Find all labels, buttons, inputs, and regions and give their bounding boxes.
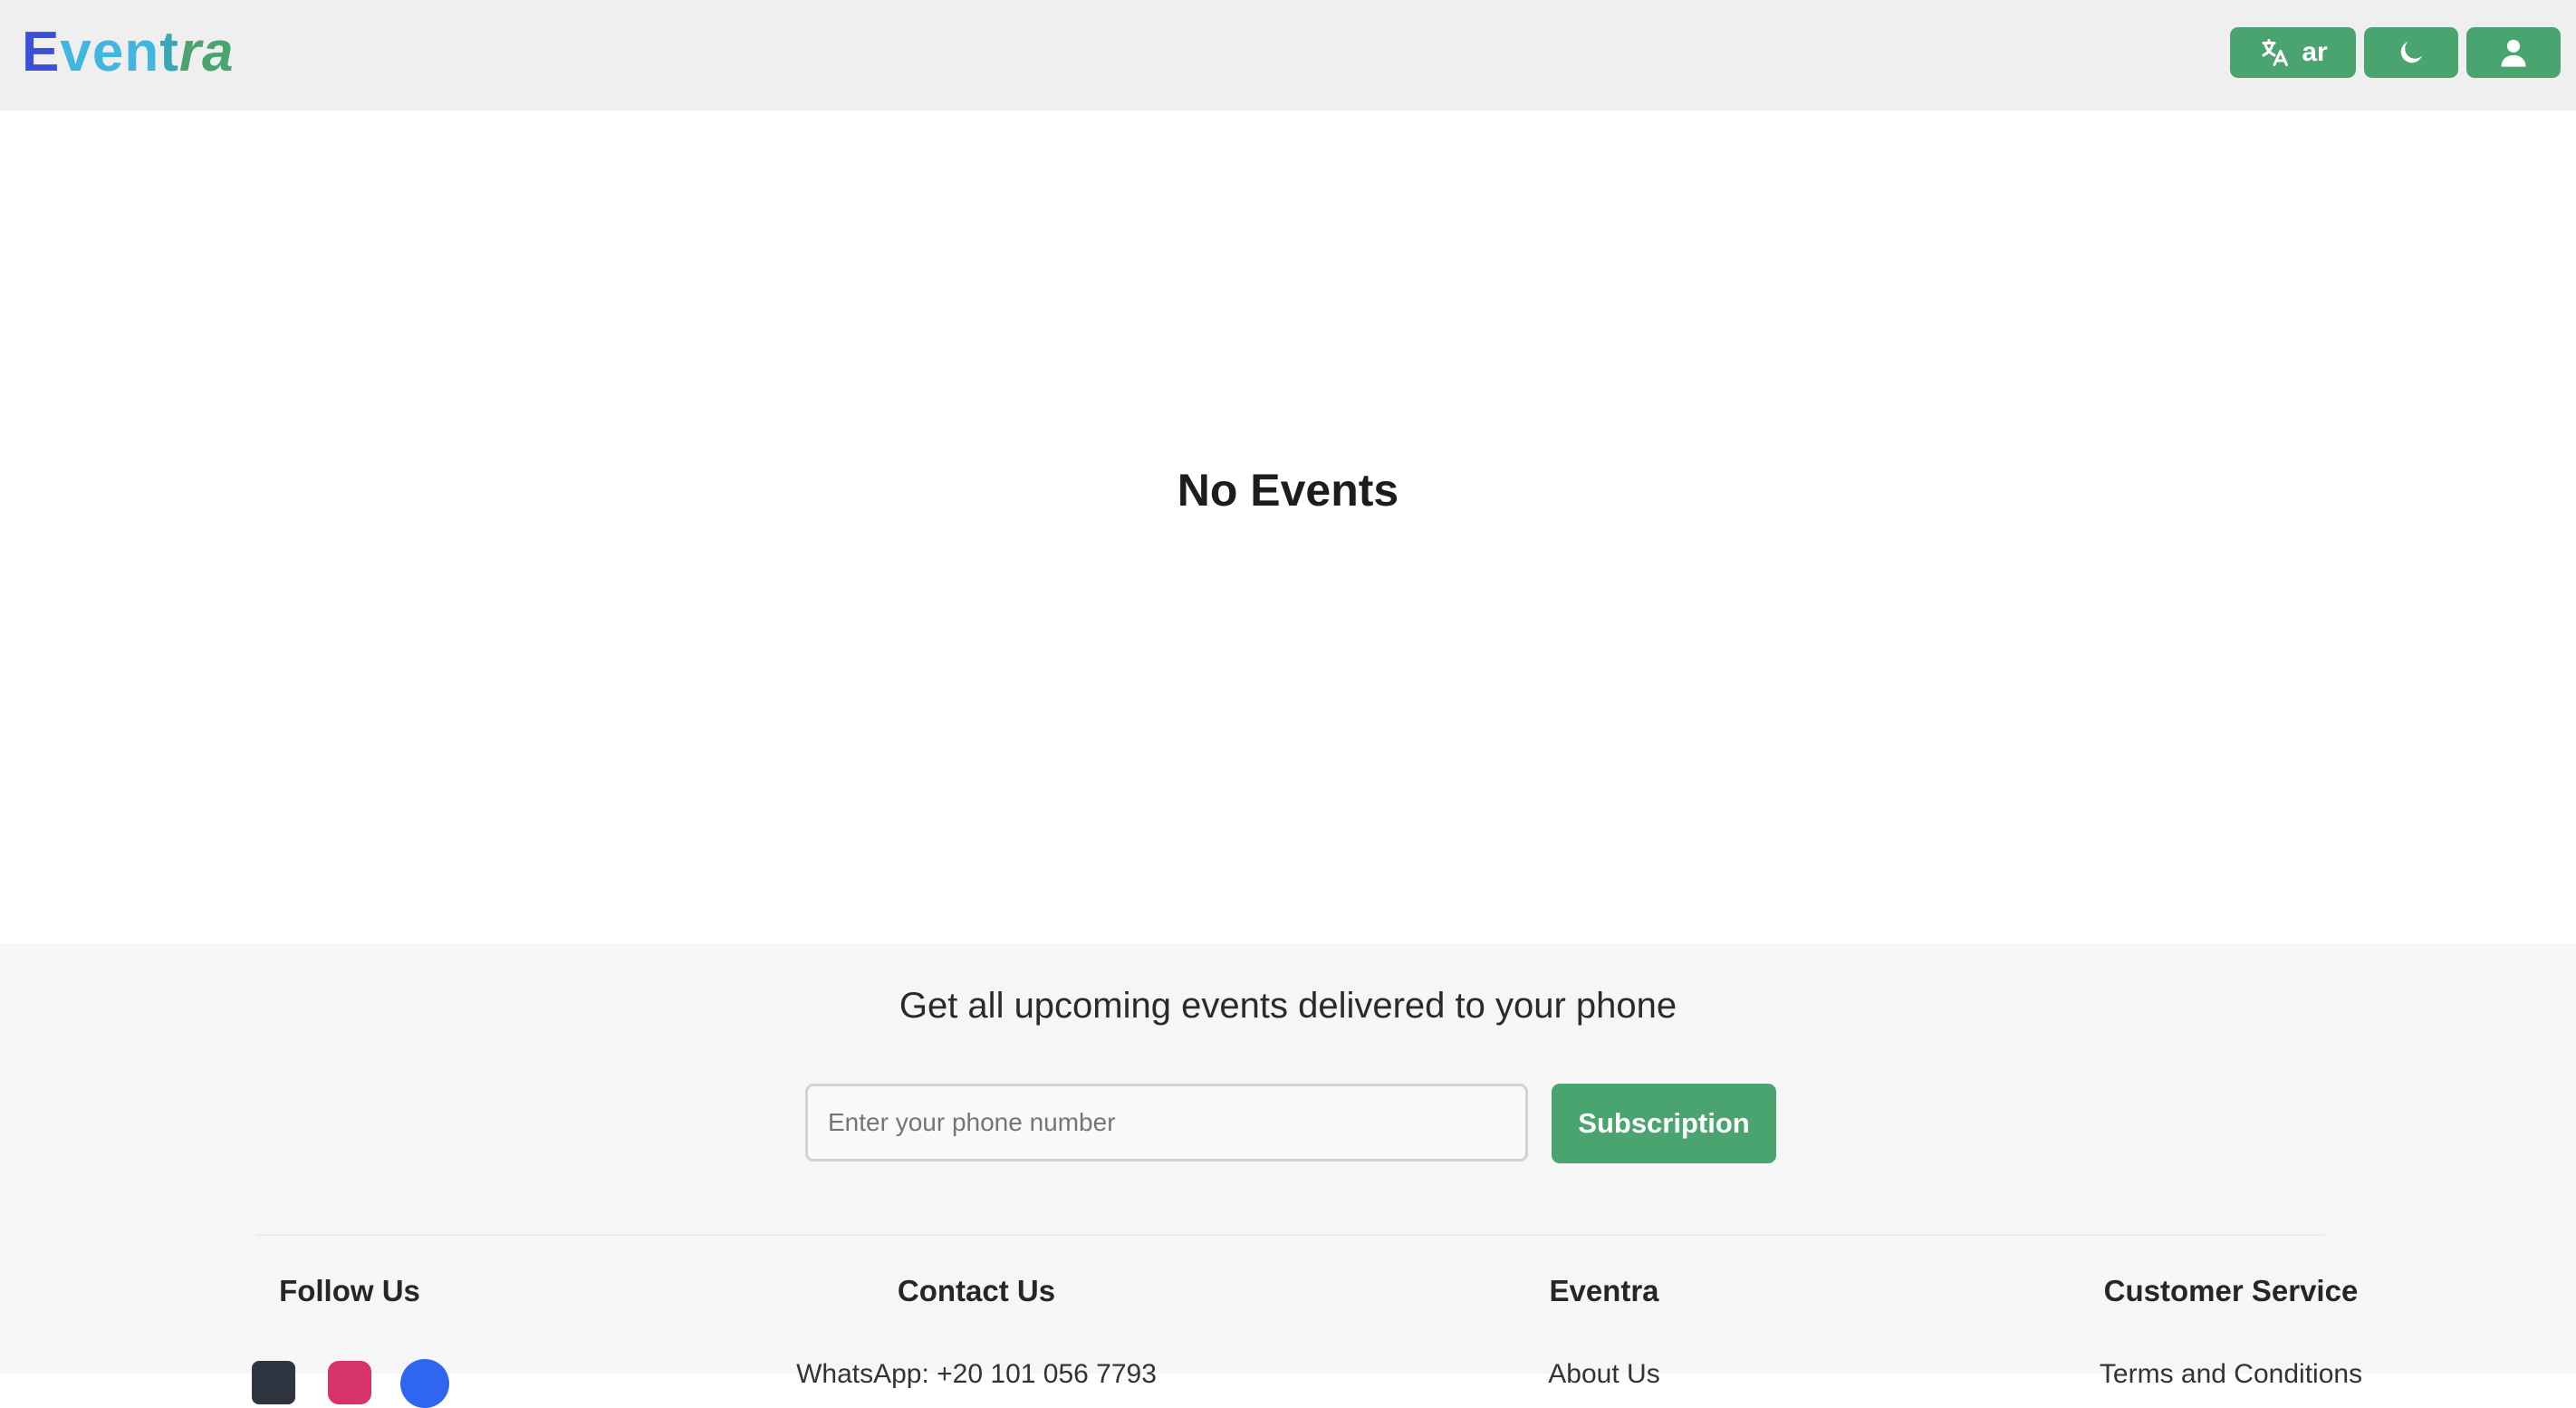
user-icon <box>2498 37 2529 68</box>
footer-divider <box>257 1234 2324 1236</box>
logo-letter: E <box>22 21 61 83</box>
logo-letter: n <box>124 21 160 83</box>
subscription-button[interactable]: Subscription <box>1552 1084 1776 1163</box>
subscribe-heading: Get all upcoming events delivered to you… <box>899 986 1677 1026</box>
terms-link[interactable]: Terms and Conditions <box>2100 1359 2362 1390</box>
contact-whatsapp-link[interactable]: WhatsApp: +20 101 056 7793 <box>796 1359 1157 1390</box>
customer-service-heading: Customer Service <box>2103 1274 2359 1307</box>
logo-letter: r <box>178 21 202 83</box>
eventra-heading: Eventra <box>1549 1274 1659 1307</box>
instagram-icon[interactable] <box>328 1361 371 1404</box>
facebook-icon[interactable] <box>400 1359 449 1408</box>
language-label: ar <box>2302 37 2328 67</box>
phone-number-input[interactable] <box>805 1084 1528 1162</box>
logo-letter: t <box>159 21 179 83</box>
twitter-icon[interactable] <box>252 1361 295 1404</box>
no-events-message: No Events <box>1177 465 1399 516</box>
about-us-link[interactable]: About Us <box>1548 1359 1659 1390</box>
translate-icon <box>2258 36 2291 69</box>
eventra-logo[interactable]: Eventra <box>22 16 234 89</box>
user-account-button[interactable] <box>2466 27 2561 78</box>
events-main-area: No Events <box>0 111 2576 944</box>
moon-icon <box>2396 37 2427 68</box>
contact-us-heading: Contact Us <box>897 1274 1056 1307</box>
follow-us-heading: Follow Us <box>279 1274 420 1307</box>
site-footer: Get all upcoming events delivered to you… <box>0 944 2576 1408</box>
theme-toggle-button[interactable] <box>2364 27 2458 78</box>
language-toggle-button[interactable]: ar <box>2230 27 2356 78</box>
logo-letter: v <box>60 21 92 83</box>
logo-letter: a <box>202 21 235 83</box>
top-navbar: Eventra ar <box>0 0 2576 111</box>
logo-letter: e <box>91 21 125 83</box>
